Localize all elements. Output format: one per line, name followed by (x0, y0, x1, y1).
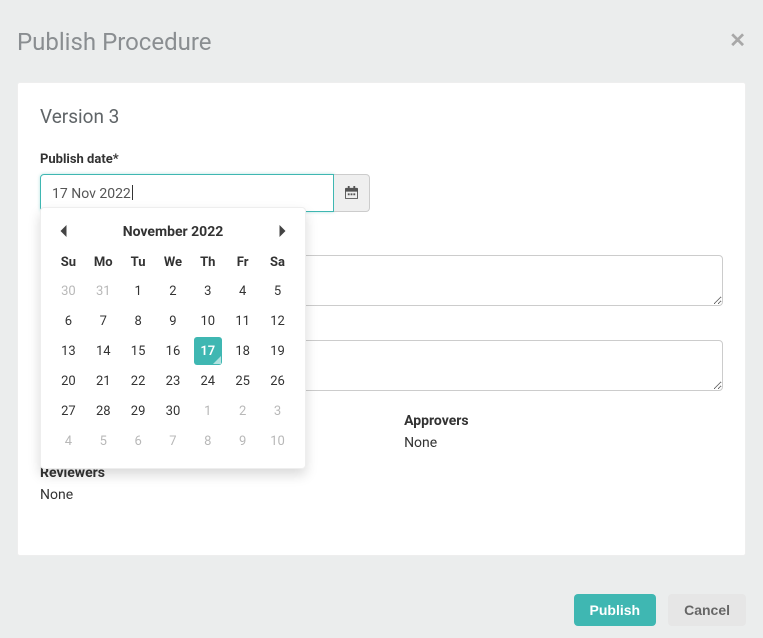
calendar-day[interactable]: 3 (194, 277, 222, 305)
calendar-day[interactable]: 11 (229, 307, 257, 335)
datepicker-table: SuMoTuWeThFrSa 3031123456789101112131415… (51, 249, 295, 456)
dow-header: Sa (260, 249, 295, 276)
calendar-day[interactable]: 10 (264, 427, 292, 455)
calendar-day[interactable]: 23 (159, 367, 187, 395)
calendar-day[interactable]: 14 (89, 337, 117, 365)
calendar-day[interactable]: 17 (194, 337, 222, 365)
calendar-day[interactable]: 21 (89, 367, 117, 395)
calendar-day[interactable]: 8 (124, 307, 152, 335)
panel: Version 3 Publish date* 17 Nov 2022 Nove… (17, 82, 746, 556)
calendar-day[interactable]: 4 (229, 277, 257, 305)
datepicker-month-title[interactable]: November 2022 (123, 224, 224, 240)
approvers-label: Approvers (404, 413, 469, 429)
dow-header: Th (190, 249, 225, 276)
calendar-day[interactable]: 10 (194, 307, 222, 335)
calendar-day[interactable]: 4 (54, 427, 82, 455)
calendar-day[interactable]: 29 (124, 397, 152, 425)
publish-date-value: 17 Nov 2022 (52, 185, 133, 202)
chevron-left-icon (59, 222, 68, 241)
datepicker-header: November 2022 (51, 216, 295, 249)
dow-header: Mo (86, 249, 121, 276)
dow-header: Su (51, 249, 86, 276)
calendar-day[interactable]: 7 (159, 427, 187, 455)
datepicker: November 2022 SuMoTuWeThFrSa 30311234567… (40, 207, 306, 469)
chevron-right-icon (278, 222, 287, 241)
dow-header: Fr (225, 249, 260, 276)
publish-button[interactable]: Publish (574, 594, 657, 626)
calendar-day[interactable]: 8 (194, 427, 222, 455)
calendar-day[interactable]: 13 (54, 337, 82, 365)
cancel-button[interactable]: Cancel (668, 594, 746, 626)
dow-header: We (156, 249, 191, 276)
approvers-value: None (404, 435, 469, 451)
calendar-day[interactable]: 28 (89, 397, 117, 425)
calendar-day[interactable]: 5 (264, 277, 292, 305)
calendar-day[interactable]: 25 (229, 367, 257, 395)
calendar-day[interactable]: 12 (264, 307, 292, 335)
calendar-icon (345, 184, 358, 203)
calendar-day[interactable]: 2 (229, 397, 257, 425)
modal-header: Publish Procedure ✕ (0, 0, 763, 72)
reviewers-value: None (40, 487, 723, 503)
calendar-day[interactable]: 3 (264, 397, 292, 425)
calendar-day[interactable]: 27 (54, 397, 82, 425)
approvers-block: Approvers None (404, 413, 469, 451)
publish-date-label: Publish date* (40, 152, 723, 167)
prev-month-button[interactable] (53, 220, 74, 243)
close-icon[interactable]: ✕ (729, 30, 746, 50)
reviewers-block: Reviewers None (40, 465, 723, 503)
calendar-day[interactable]: 30 (54, 277, 82, 305)
calendar-day[interactable]: 30 (159, 397, 187, 425)
calendar-button[interactable] (334, 174, 370, 212)
calendar-day[interactable]: 18 (229, 337, 257, 365)
calendar-day[interactable]: 26 (264, 367, 292, 395)
calendar-day[interactable]: 31 (89, 277, 117, 305)
next-month-button[interactable] (272, 220, 293, 243)
calendar-day[interactable]: 1 (124, 277, 152, 305)
calendar-day[interactable]: 15 (124, 337, 152, 365)
calendar-day[interactable]: 19 (264, 337, 292, 365)
calendar-day[interactable]: 16 (159, 337, 187, 365)
calendar-day[interactable]: 1 (194, 397, 222, 425)
calendar-day[interactable]: 6 (54, 307, 82, 335)
footer: Publish Cancel (574, 594, 746, 626)
calendar-day[interactable]: 7 (89, 307, 117, 335)
version-title: Version 3 (40, 105, 723, 128)
dow-header: Tu (121, 249, 156, 276)
calendar-day[interactable]: 2 (159, 277, 187, 305)
modal-title: Publish Procedure (17, 28, 212, 56)
calendar-day[interactable]: 6 (124, 427, 152, 455)
calendar-day[interactable]: 22 (124, 367, 152, 395)
calendar-day[interactable]: 20 (54, 367, 82, 395)
calendar-day[interactable]: 9 (229, 427, 257, 455)
calendar-day[interactable]: 9 (159, 307, 187, 335)
calendar-day[interactable]: 24 (194, 367, 222, 395)
calendar-day[interactable]: 5 (89, 427, 117, 455)
